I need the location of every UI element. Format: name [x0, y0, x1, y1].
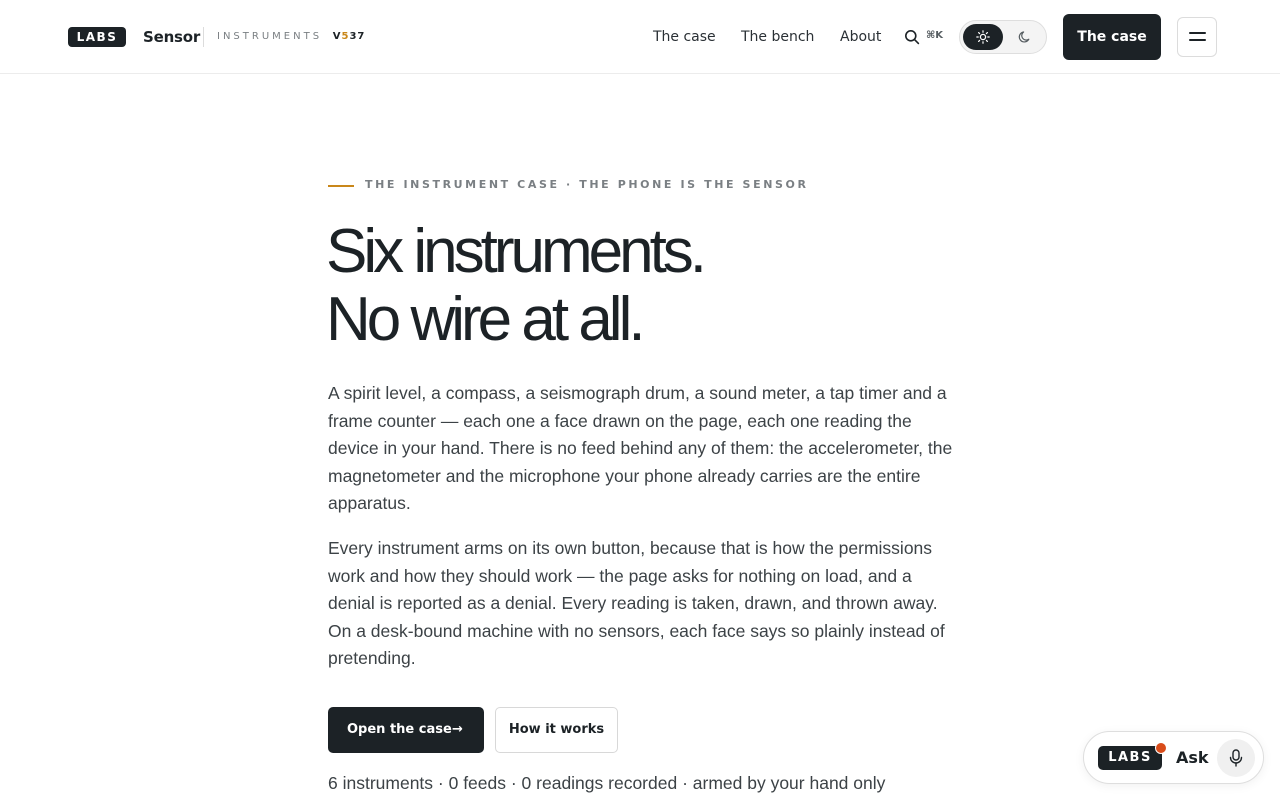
hamburger-icon [1189, 32, 1206, 34]
menu-button[interactable] [1177, 17, 1217, 57]
arrow-right-icon: → [452, 722, 463, 737]
theme-dark-option[interactable] [1005, 24, 1045, 50]
how-it-works-button[interactable]: How it works [495, 707, 618, 753]
version-rest: 37 [349, 31, 366, 42]
hamburger-icon-line [1189, 39, 1206, 41]
intro-paragraph-1: A spirit level, a compass, a seismograph… [328, 383, 953, 514]
brand-subtitle: INSTRUMENTS V537 [217, 30, 365, 44]
nav-link-about[interactable]: About [840, 28, 881, 46]
intro-paragraph-2: Every instrument arms on its own button,… [328, 538, 945, 669]
theme-toggle[interactable] [959, 20, 1047, 54]
headline-line-2: No wire at all. [326, 285, 646, 354]
nav-link-the-bench[interactable]: The bench [741, 28, 814, 46]
labs-logo[interactable]: LABS [68, 27, 126, 47]
headline-line-1: Six instruments. [326, 217, 707, 286]
notification-dot [1155, 742, 1167, 754]
brand-sub-text: INSTRUMENTS [217, 31, 323, 42]
ask-widget[interactable]: LABS Ask [1083, 731, 1264, 784]
ask-label: Ask [1176, 748, 1209, 767]
version-tag: V537 [328, 31, 365, 42]
search-shortcut: ⌘K [926, 30, 944, 41]
ask-labs-logo: LABS [1098, 746, 1162, 770]
open-the-case-label: Open the case [347, 722, 452, 737]
eyebrow-text: THE INSTRUMENT CASE · THE PHONE IS THE S… [365, 178, 809, 191]
search-button[interactable]: ⌘K [904, 28, 948, 46]
hero-headline: Six instruments. No wire at all. [326, 217, 707, 354]
search-icon [905, 30, 920, 45]
open-the-case-button[interactable]: Open the case → [328, 707, 484, 753]
microphone-icon [1229, 749, 1243, 767]
sun-icon [976, 30, 990, 44]
nav-link-the-case[interactable]: The case [653, 28, 716, 46]
theme-light-option[interactable] [963, 24, 1003, 50]
microphone-button[interactable] [1217, 739, 1255, 777]
brand-name[interactable]: Sensor [143, 27, 200, 47]
site-header: LABS Sensor INSTRUMENTS V537 The case Th… [0, 0, 1280, 74]
brand-divider [203, 27, 204, 47]
the-case-cta-button[interactable]: The case [1063, 14, 1161, 60]
eyebrow-rule [328, 185, 354, 187]
moon-icon [1018, 31, 1030, 43]
stats-line: 6 instruments · 0 feeds · 0 readings rec… [328, 773, 886, 793]
